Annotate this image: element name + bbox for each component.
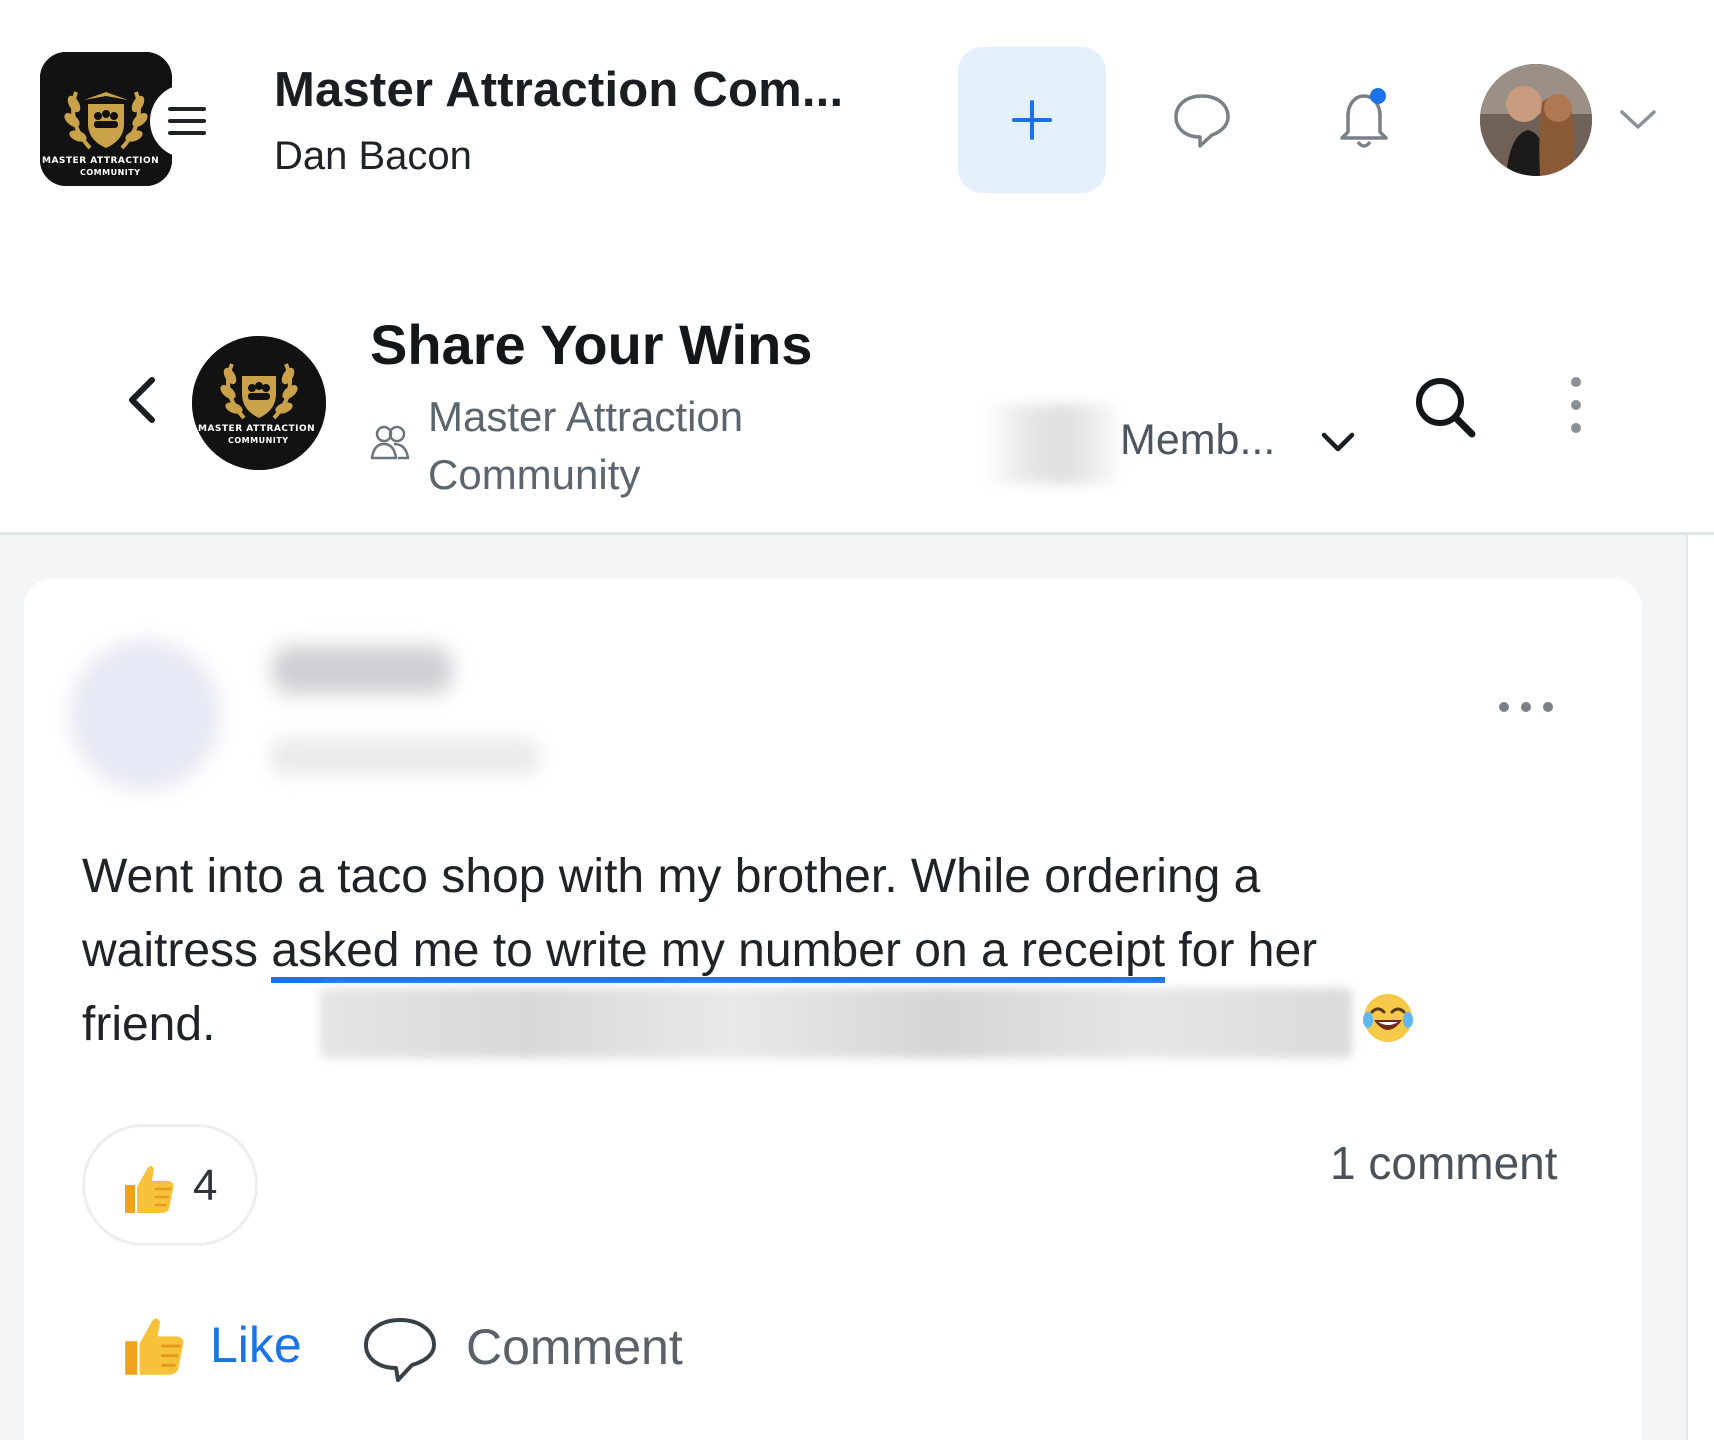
- menu-button[interactable]: [150, 84, 224, 158]
- laughing-emoji-icon: [1363, 994, 1413, 1042]
- space-logo[interactable]: MASTER ATTRACTION COMMUNITY: [192, 336, 326, 470]
- space-community-line2: Community: [428, 451, 641, 498]
- group-icon: [368, 420, 412, 464]
- post-line-2-end: for her: [1165, 924, 1318, 977]
- space-logo-text-community: COMMUNITY: [228, 436, 289, 445]
- chat-icon: [1174, 94, 1230, 148]
- laurel-shield-icon: [192, 336, 326, 470]
- more-horizontal-icon: [1499, 702, 1553, 712]
- reaction-count: 4: [193, 1161, 218, 1210]
- bell-icon: [1340, 88, 1388, 148]
- thumbs-up-icon: [125, 1166, 174, 1213]
- account-menu-chevron[interactable]: [1616, 100, 1660, 140]
- logo-text: MASTER ATTRACTION: [42, 156, 160, 166]
- more-vertical-icon: [1571, 377, 1581, 433]
- author-name-blurred: [272, 646, 452, 694]
- member-avatars-blurred: [984, 404, 1118, 484]
- post-line-2-start: waitress: [82, 924, 272, 977]
- post-line-3: friend.: [82, 998, 216, 1051]
- author-avatar-blurred: [70, 640, 220, 790]
- community-name[interactable]: Master Attraction Com...: [274, 62, 843, 118]
- search-icon: [1416, 378, 1476, 438]
- create-button[interactable]: [958, 47, 1106, 193]
- chevron-down-icon: [1321, 432, 1355, 452]
- owner-name: Dan Bacon: [274, 134, 472, 178]
- user-avatar[interactable]: [1480, 64, 1592, 176]
- plus-icon: [1012, 100, 1052, 140]
- chevron-down-icon: [1620, 110, 1656, 129]
- post-more-button[interactable]: [1494, 690, 1558, 724]
- author-meta-blurred: [270, 738, 540, 776]
- like-label: Like: [210, 1317, 302, 1373]
- messages-button[interactable]: [1166, 86, 1238, 154]
- reaction-summary[interactable]: 4: [82, 1124, 258, 1246]
- page: MASTER ATTRACTION COMMUNITY Master Attra…: [0, 0, 1714, 1440]
- post-line-1: Went into a taco shop with my brother. W…: [82, 850, 1261, 903]
- like-button[interactable]: Like: [118, 1300, 318, 1390]
- space-community-link[interactable]: Master Attraction Community: [428, 388, 848, 504]
- logo-text-community: COMMUNITY: [80, 168, 141, 177]
- highlighted-phrase: asked me to write my number on a receipt: [271, 924, 1166, 983]
- comment-count[interactable]: 1 comment: [1330, 1136, 1558, 1190]
- space-community-line1: Master Attraction: [428, 393, 744, 440]
- back-chevron-icon: [129, 377, 155, 423]
- notifications-button[interactable]: [1326, 84, 1402, 156]
- notification-dot: [1370, 88, 1386, 104]
- members-dropdown[interactable]: Memb...: [1120, 416, 1275, 465]
- comment-button[interactable]: Comment: [360, 1304, 700, 1394]
- thumbs-up-icon: [125, 1318, 184, 1375]
- back-button[interactable]: [120, 370, 164, 430]
- members-dropdown-chevron[interactable]: [1318, 424, 1358, 460]
- post-line-2: waitress asked me to write my number on …: [82, 914, 1317, 988]
- space-logo-text: MASTER ATTRACTION: [198, 424, 316, 434]
- space-title: Share Your Wins: [370, 313, 813, 376]
- search-button[interactable]: [1408, 370, 1482, 444]
- comment-label: Comment: [466, 1319, 683, 1375]
- post-text-blurred: [320, 988, 1352, 1058]
- menu-icon: [168, 107, 206, 135]
- comment-icon: [364, 1318, 436, 1382]
- scrollbar[interactable]: [1686, 535, 1714, 1440]
- avatar-photo: [1480, 64, 1592, 176]
- space-more-button[interactable]: [1556, 370, 1596, 440]
